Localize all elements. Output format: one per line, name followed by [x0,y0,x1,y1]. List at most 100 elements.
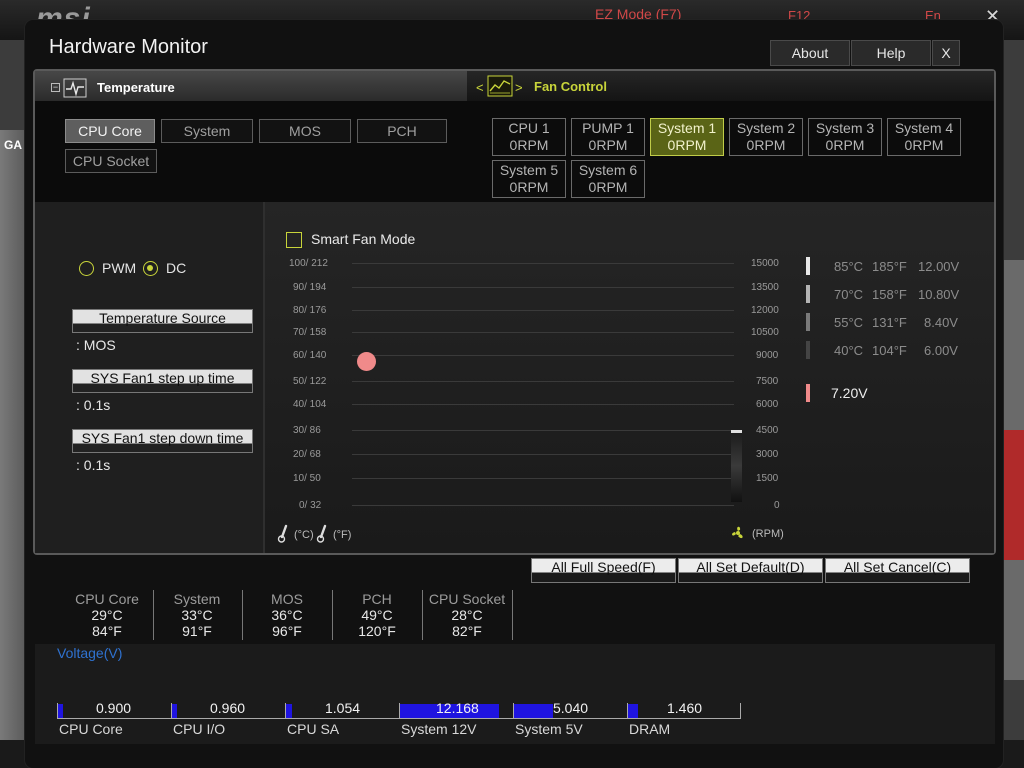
fan-button-pump1[interactable]: PUMP 1 0RPM [571,118,645,156]
y-right-label: 1500 [756,473,779,484]
fan-next-arrow[interactable]: > [515,80,523,95]
fan-icon [732,526,743,539]
close-button[interactable]: X [932,40,960,66]
sensor-name: PCH [362,591,392,607]
legend-celsius: 85°C [834,259,864,274]
voltage-bar-cpu-sa [286,704,292,718]
voltage-bar-cpu-core [58,704,63,718]
legend-celsius: 70°C [834,287,864,302]
pwm-radio[interactable] [79,261,94,276]
y-right-label: 7500 [756,376,779,387]
thermometer-f-icon [316,524,327,543]
fan-button-system4[interactable]: System 4 0RPM [887,118,961,156]
voltage-title: Voltage(V) [57,645,123,661]
voltage-name: CPU Core [59,721,123,737]
voltage-name: CPU I/O [173,721,226,737]
sensor-fahrenheit: 82°F [452,623,482,639]
fan-button-system3[interactable]: System 3 0RPM [808,118,882,156]
pwm-label: PWM [102,260,137,276]
dc-radio[interactable] [143,261,158,276]
rpm-slider-handle[interactable] [731,430,742,433]
sensor-name: MOS [271,591,303,607]
sensor-fahrenheit: 91°F [182,623,212,639]
collapse-icon[interactable]: − [51,83,60,92]
fan-graph-area [265,202,994,553]
fan-button-cpu1[interactable]: CPU 1 0RPM [492,118,566,156]
y-left-label: 70/ 158 [293,327,327,338]
y-right-label: 4500 [756,425,779,436]
temp-source-mos[interactable]: MOS [259,119,351,143]
step-down-time-button[interactable]: SYS Fan1 step down time [72,429,253,453]
voltage-value: 12.168 [436,700,479,716]
y-left-label: 20/ 68 [293,449,321,460]
rpm-slider[interactable] [731,430,742,502]
temperature-source-button[interactable]: Temperature Source [72,309,253,333]
voltage-name: CPU SA [287,721,340,737]
all-full-speed-button[interactable]: All Full Speed(F) [531,558,676,583]
sensor-fahrenheit: 84°F [92,623,122,639]
fan-prev-arrow[interactable]: < [476,80,484,95]
fan-name: System 2 [736,120,796,136]
grid-line [352,355,734,356]
legend-voltage: 6.00V [924,343,958,358]
sensor-mos: MOS 36°C 96°F [242,591,332,639]
fan-control-title: Fan Control [534,79,607,94]
temp-source-system[interactable]: System [161,119,253,143]
fan-curve-point[interactable] [357,352,376,371]
legend-celsius: 55°C [834,315,864,330]
sensor-celsius: 29°C [91,607,123,623]
temp-source-cpu-socket[interactable]: CPU Socket [65,149,157,173]
sensor-name: CPU Core [75,591,139,607]
y-left-label: 80/ 176 [293,305,327,316]
sensor-fahrenheit: 120°F [358,623,396,639]
temp-source-pch[interactable]: PCH [357,119,447,143]
sensor-cpu-core: CPU Core 29°C 84°F [62,591,152,639]
fan-button-system5[interactable]: System 5 0RPM [492,160,566,198]
step-up-time-button[interactable]: SYS Fan1 step up time [72,369,253,393]
temperature-graph-icon [63,78,87,98]
fan-rpm: 0RPM [746,137,786,153]
voltage-name: DRAM [629,721,671,737]
grid-line [352,505,734,506]
smart-fan-mode-label: Smart Fan Mode [311,231,416,247]
fan-rpm: 0RPM [904,137,944,153]
unit-fahrenheit: (°F) [333,529,352,541]
all-set-cancel-button[interactable]: All Set Cancel(C) [825,558,970,583]
fan-rpm: 0RPM [588,137,628,153]
sensor-cpu-socket: CPU Socket 28°C 82°F [422,591,512,639]
y-left-label: 60/ 140 [293,350,327,361]
about-button[interactable]: About [770,40,850,66]
fan-name: CPU 1 [508,120,550,136]
voltage-bar-cpu-io [172,704,177,718]
fan-button-system6[interactable]: System 6 0RPM [571,160,645,198]
smart-fan-mode-checkbox[interactable] [286,232,302,248]
voltage-value: 1.054 [325,700,361,716]
grid-line [352,287,734,288]
y-left-label: 100/ 212 [289,258,328,269]
fan-button-system2[interactable]: System 2 0RPM [729,118,803,156]
y-right-label: 13500 [751,282,779,293]
y-right-label: 15000 [751,258,779,269]
legend-swatch [806,285,810,303]
voltage-bar-system-5v [514,704,553,718]
sensor-fahrenheit: 96°F [272,623,302,639]
voltage-value: 1.460 [667,700,703,716]
all-set-default-button[interactable]: All Set Default(D) [678,558,823,583]
y-left-label: 40/ 104 [293,399,327,410]
fan-name: PUMP 1 [582,120,634,136]
sensor-name: CPU Socket [428,591,506,607]
sensor-divider [512,590,513,640]
unit-rpm: (RPM) [752,528,784,540]
fan-rpm: 0RPM [667,137,707,153]
grid-line [352,478,734,479]
sensor-celsius: 49°C [361,607,393,623]
fan-control-graph-icon [487,75,513,97]
grid-line [352,332,734,333]
fan-button-system1[interactable]: System 1 0RPM [650,118,724,156]
voltage-name: System 12V [401,721,477,737]
temp-source-cpu-core[interactable]: CPU Core [65,119,155,143]
voltage-value: 5.040 [553,700,589,716]
help-button[interactable]: Help [851,40,931,66]
sensor-pch: PCH 49°C 120°F [332,591,422,639]
temperature-title: Temperature [97,80,175,95]
